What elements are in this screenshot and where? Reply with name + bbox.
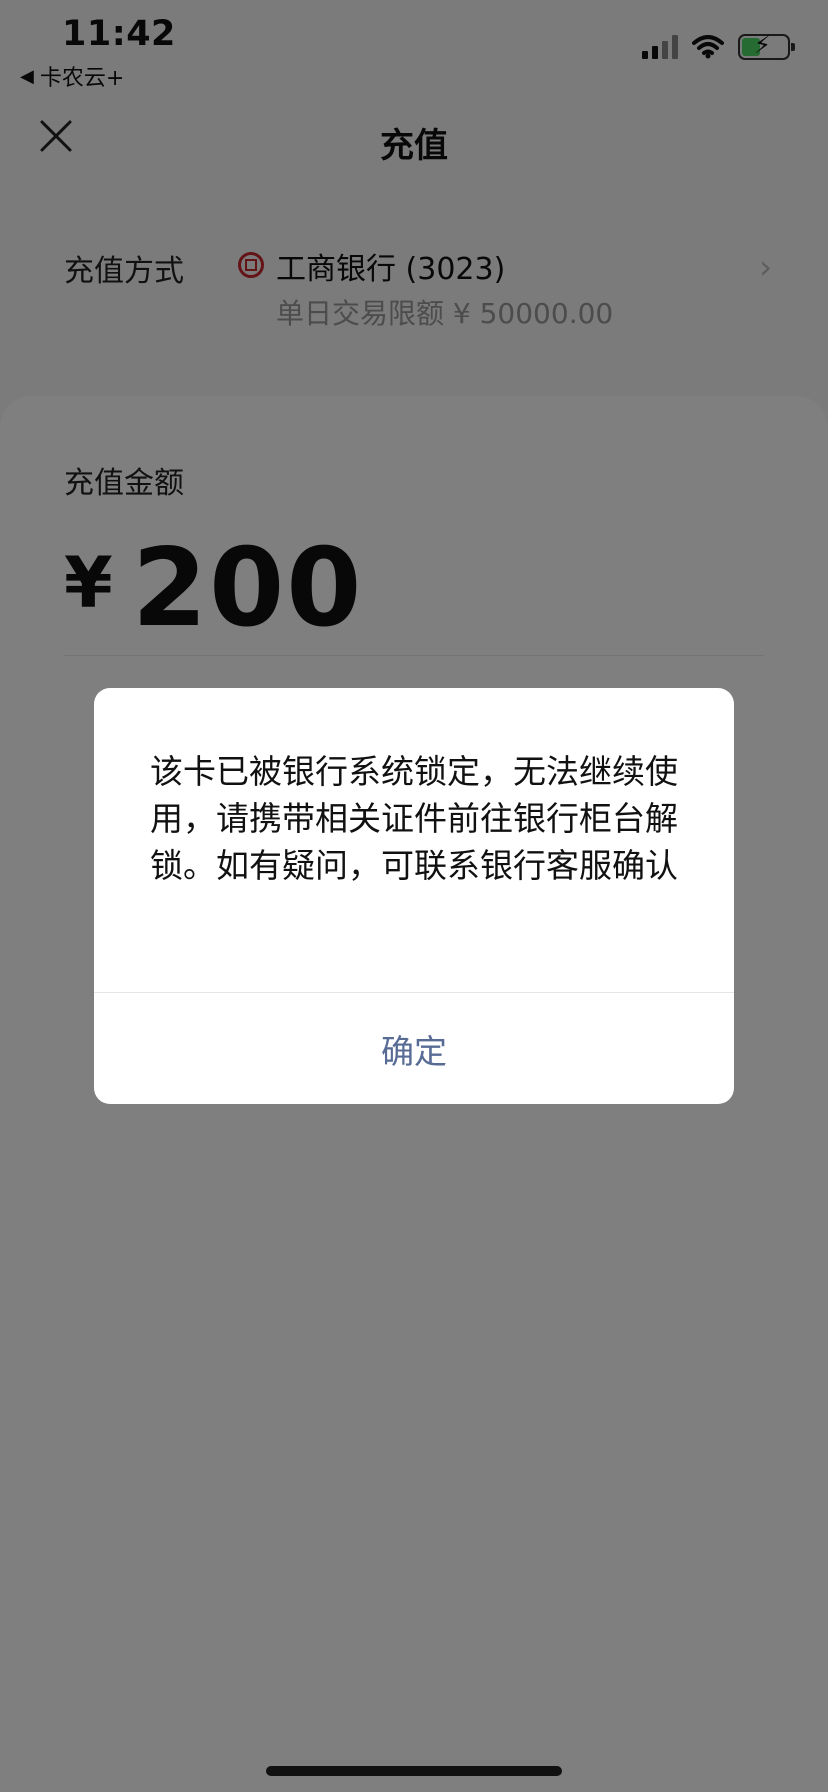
- confirm-button[interactable]: 确定: [94, 993, 734, 1104]
- dialog-message: 该卡已被银行系统锁定，无法继续使用，请携带相关证件前往银行柜台解锁。如有疑问，可…: [150, 752, 678, 885]
- alert-dialog: 该卡已被银行系统锁定，无法继续使用，请携带相关证件前往银行柜台解锁。如有疑问，可…: [94, 688, 734, 1104]
- home-indicator[interactable]: [266, 1766, 562, 1776]
